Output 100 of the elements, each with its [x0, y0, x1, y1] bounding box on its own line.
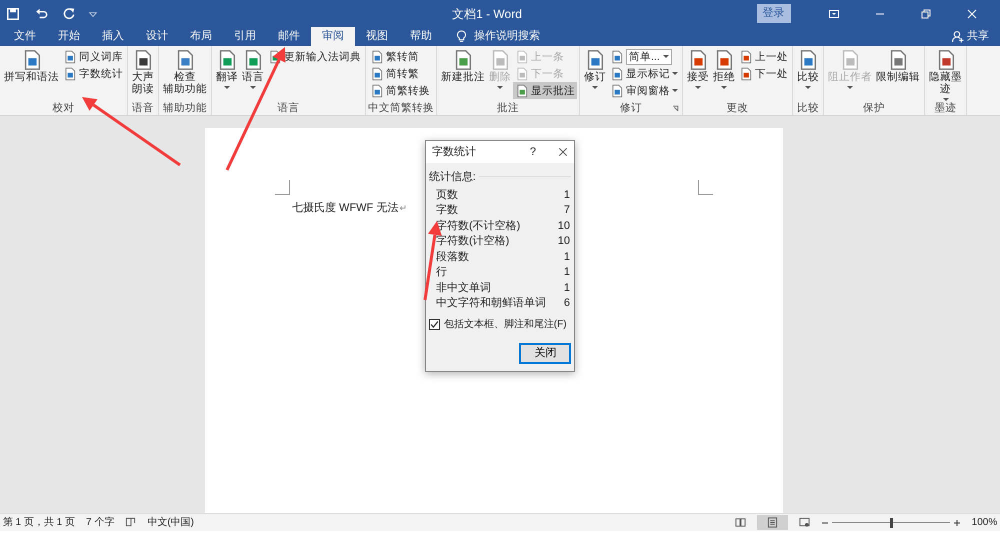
document-icon — [515, 50, 529, 64]
close-button[interactable]: 关闭 — [519, 343, 572, 364]
ribbon-button[interactable]: 简转繁 — [368, 65, 432, 82]
zoom-in-icon[interactable] — [952, 518, 961, 526]
checkbox-label: 包括文本框、脚注和尾注(F) — [444, 318, 567, 332]
print-layout-icon[interactable] — [757, 515, 788, 530]
group-label: 更改 — [726, 102, 748, 115]
help-button[interactable]: ? — [530, 144, 536, 160]
document-icon — [63, 66, 77, 80]
ribbon-button[interactable]: 繁转简 — [368, 48, 432, 65]
stat-label: 段落数 — [436, 250, 469, 265]
ribbon-tab[interactable]: 布局 — [178, 27, 223, 46]
stat-value: 10 — [558, 234, 570, 250]
stat-value: 1 — [564, 280, 570, 296]
stat-label: 字符数(计空格) — [436, 234, 510, 250]
ribbon-button[interactable]: 下一处 — [737, 65, 790, 82]
document-icon — [610, 84, 624, 98]
ribbon-tab[interactable]: 引用 — [222, 27, 267, 46]
stat-value: 6 — [564, 296, 570, 312]
document-icon — [610, 50, 624, 64]
ribbon-button[interactable]: 拼写和语法 — [2, 48, 61, 102]
document-icon — [739, 66, 753, 80]
document-icon — [370, 66, 384, 80]
slider-thumb[interactable] — [890, 518, 893, 528]
undo-icon[interactable] — [34, 6, 50, 20]
group-label: 校对 — [52, 102, 74, 115]
group-label: 保护 — [863, 102, 885, 115]
ribbon-tab[interactable]: 帮助 — [398, 27, 443, 46]
share-button[interactable]: 共享 — [951, 27, 989, 46]
stat-label: 字数 — [436, 203, 458, 218]
tell-me-search[interactable]: 操作说明搜索 — [474, 27, 540, 46]
ribbon-button[interactable]: 显示批注 — [513, 82, 577, 99]
ribbon-button[interactable]: 上一处 — [737, 48, 790, 65]
group-label: 修订 — [620, 102, 642, 115]
ribbon-tab[interactable]: 开始 — [46, 27, 91, 46]
ribbon-button[interactable]: 语言 — [240, 48, 266, 102]
ribbon-tab[interactable]: 文件 — [2, 27, 47, 46]
login-button[interactable]: 登录 — [756, 4, 790, 23]
document-icon — [610, 66, 624, 80]
ribbon-button[interactable]: 字数统计 — [61, 65, 125, 82]
window-title: 文档1 - Word — [451, 6, 523, 22]
ribbon-button[interactable]: 同义词库 — [61, 48, 125, 65]
ribbon-button[interactable]: 审阅窗格 — [608, 82, 680, 99]
stat-value: 1 — [564, 188, 570, 203]
lightbulb-icon[interactable] — [454, 30, 468, 43]
document-icon — [739, 50, 753, 64]
stat-label: 非中文单词 — [436, 280, 491, 296]
ribbon-button[interactable]: 隐藏墨 迹 — [927, 48, 964, 102]
group-label: 比较 — [797, 102, 819, 115]
close-icon[interactable] — [558, 147, 568, 157]
ribbon-button[interactable]: 简繁转换 — [368, 82, 432, 99]
document-icon — [515, 84, 529, 98]
web-layout-icon[interactable] — [799, 517, 810, 528]
ribbon-tab[interactable]: 邮件 — [266, 27, 311, 46]
ribbon-button[interactable]: 翻译 — [214, 48, 240, 102]
proofing-icon[interactable] — [125, 517, 136, 528]
word-count: 7 个字 — [86, 516, 114, 530]
display-select[interactable]: 简单... — [626, 48, 672, 64]
document-icon — [515, 66, 529, 80]
stat-value: 1 — [564, 250, 570, 265]
stat-value: 10 — [558, 218, 570, 234]
dialog-title: 字数统计 — [432, 144, 477, 160]
redo-icon[interactable] — [62, 6, 76, 20]
group-label: 语音 — [132, 102, 154, 115]
save-icon[interactable] — [6, 6, 20, 20]
read-mode-icon[interactable] — [735, 517, 746, 528]
ribbon-tab[interactable]: 审阅 — [310, 27, 355, 46]
ribbon-button[interactable]: 限制编辑 — [874, 48, 922, 102]
ribbon-button[interactable]: 比较 — [795, 48, 821, 102]
group-label: 墨迹 — [934, 102, 956, 115]
document-text: 七摄氏度 WFWF 无法 — [292, 200, 398, 216]
language-status: 中文(中国) — [147, 516, 194, 530]
ribbon-button[interactable]: 拒绝 — [711, 48, 737, 102]
launcher-icon[interactable] — [672, 105, 679, 112]
ribbon-button[interactable]: 检查 辅助功能 — [161, 48, 209, 102]
ribbon-tab[interactable]: 设计 — [134, 27, 179, 46]
ribbon-button[interactable]: 大声 朗读 — [130, 48, 156, 102]
stat-label: 页数 — [436, 188, 458, 203]
ribbon-display-icon[interactable] — [828, 8, 840, 20]
page-count: 第 1 页，共 1 页 — [2, 516, 75, 530]
document-icon — [370, 84, 384, 98]
stat-value: 7 — [564, 203, 570, 218]
restore-icon[interactable] — [920, 8, 932, 20]
ribbon-tab[interactable]: 插入 — [90, 27, 135, 46]
ribbon-button[interactable]: 新建批注 — [439, 48, 487, 102]
checkbox[interactable] — [428, 319, 440, 330]
ribbon-button[interactable]: 显示标记 — [608, 65, 680, 82]
ribbon-button[interactable]: 接受 — [685, 48, 711, 102]
zoom-percent[interactable]: 100% — [972, 515, 998, 530]
paragraph-mark: ↵ — [399, 202, 408, 214]
ribbon-tab[interactable]: 视图 — [354, 27, 399, 46]
section-label: 统计信息: — [428, 170, 476, 184]
group-label: 辅助功能 — [163, 102, 207, 115]
stat-label: 中文字符和朝鲜语单词 — [436, 296, 546, 312]
group-label: 中文简繁转换 — [368, 102, 434, 115]
document-icon — [63, 50, 77, 64]
group-label: 批注 — [497, 102, 519, 115]
ribbon-button[interactable]: 修订 — [582, 48, 608, 102]
stat-label: 行 — [436, 265, 447, 280]
person-add-icon — [951, 30, 964, 43]
